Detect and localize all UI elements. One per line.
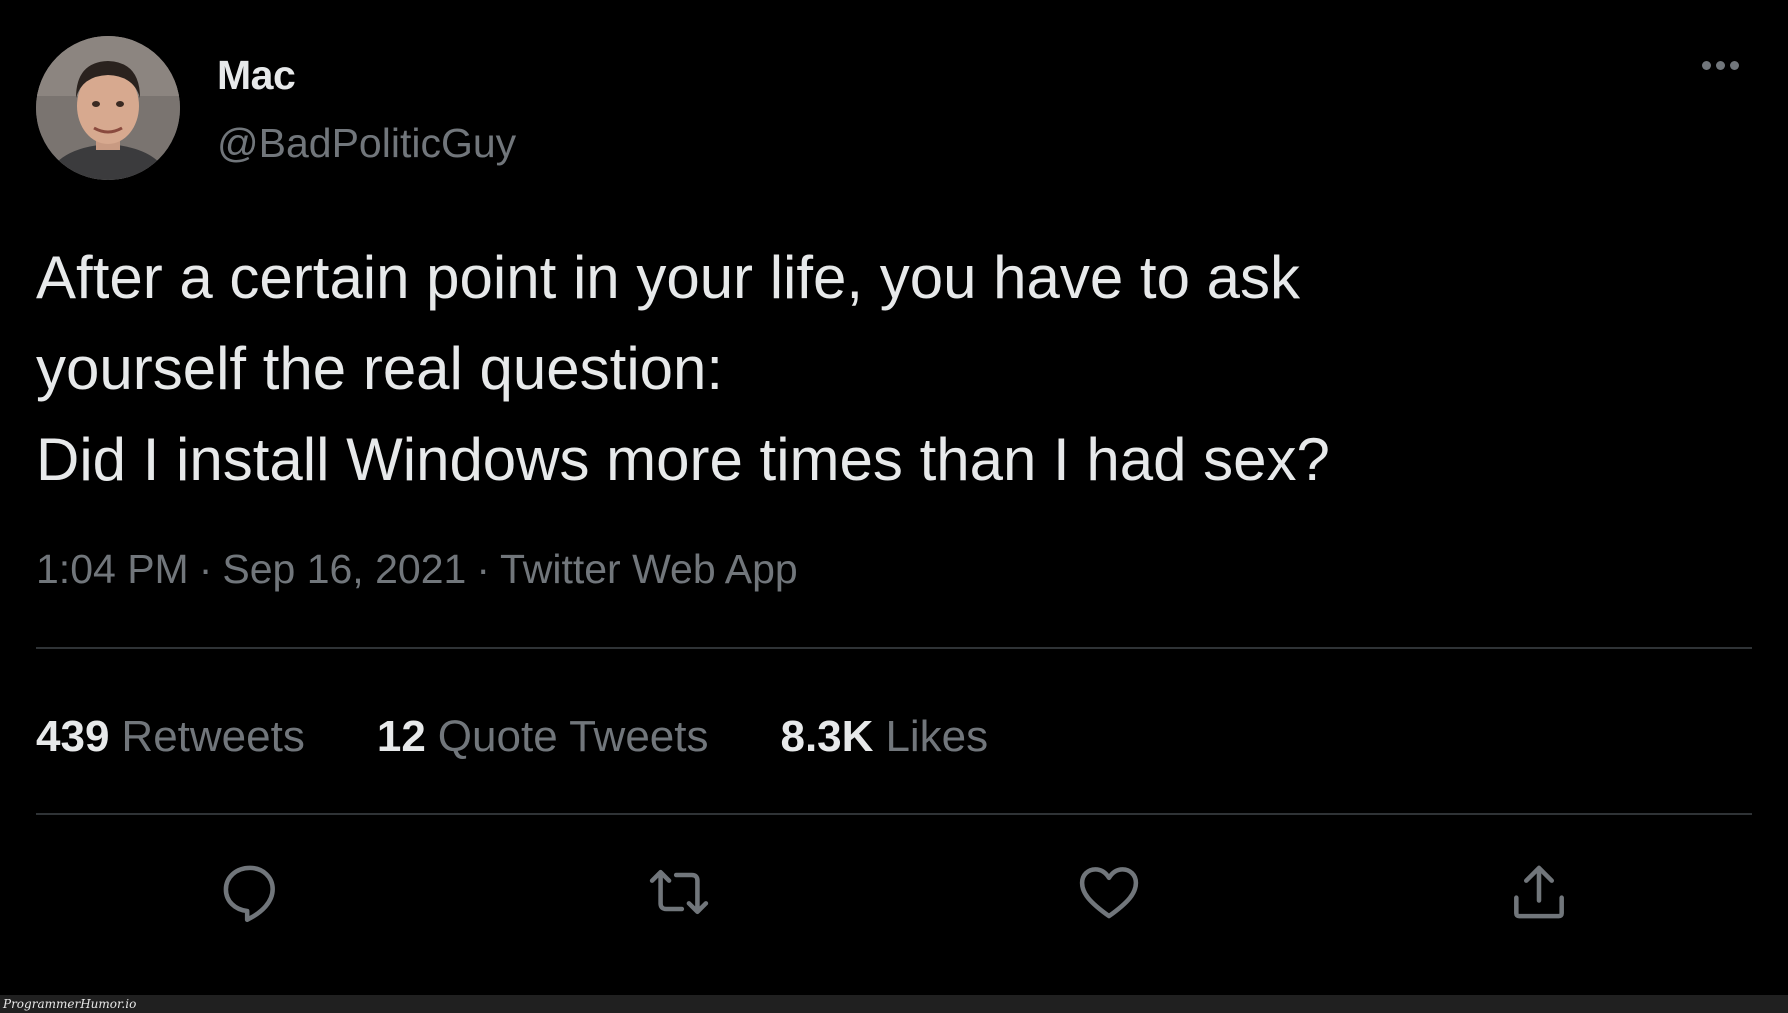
meta-separator: · — [198, 546, 213, 592]
divider — [36, 813, 1752, 815]
reply-button[interactable] — [210, 852, 290, 932]
tweet-text-line: yourself the real question: — [36, 335, 724, 402]
display-name[interactable]: Mac — [217, 52, 296, 99]
tweet-text: After a certain point in your life, you … — [36, 232, 1596, 505]
meta-separator: · — [476, 546, 490, 592]
quote-tweets-stat[interactable]: 12 Quote Tweets — [377, 712, 709, 762]
watermark-bar — [0, 995, 1788, 1013]
avatar[interactable] — [36, 36, 180, 180]
likes-label: Likes — [885, 712, 989, 761]
retweets-count: 439 — [36, 712, 110, 761]
divider — [36, 647, 1752, 649]
tweet-source[interactable]: Twitter Web App — [500, 546, 798, 592]
more-dot — [1729, 60, 1739, 70]
reply-icon — [223, 865, 275, 923]
like-icon — [1079, 867, 1139, 919]
user-handle[interactable]: @BadPoliticGuy — [217, 120, 516, 167]
likes-count: 8.3K — [780, 712, 874, 761]
retweets-stat[interactable]: 439 Retweets — [36, 712, 305, 762]
more-options-button[interactable] — [1692, 50, 1748, 80]
retweet-button[interactable] — [639, 852, 719, 932]
tweet-date[interactable]: Sep 16, 2021 — [222, 546, 466, 592]
tweet-card: Mac @BadPoliticGuy After a certain point… — [0, 0, 1788, 1013]
retweet-icon — [649, 869, 709, 915]
quote-tweets-label: Quote Tweets — [437, 712, 709, 761]
share-button[interactable] — [1499, 852, 1579, 932]
more-dots-icon — [1701, 60, 1711, 70]
share-icon — [1514, 865, 1564, 919]
likes-stat[interactable]: 8.3K Likes — [780, 712, 988, 762]
more-dot — [1715, 60, 1725, 70]
tweet-text-line: After a certain point in your life, you … — [36, 244, 1301, 311]
tweet-stats: 439 Retweets 12 Quote Tweets 8.3K Likes — [36, 712, 988, 762]
tweet-text-line: Did I install Windows more times than I … — [36, 426, 1330, 493]
tweet-time[interactable]: 1:04 PM — [36, 546, 189, 592]
retweets-label: Retweets — [121, 712, 305, 761]
quote-tweets-count: 12 — [376, 712, 426, 761]
like-button[interactable] — [1069, 852, 1149, 932]
tweet-meta: 1:04 PM · Sep 16, 2021 · Twitter Web App — [36, 546, 798, 593]
watermark: ProgrammerHumor.io — [3, 997, 137, 1011]
